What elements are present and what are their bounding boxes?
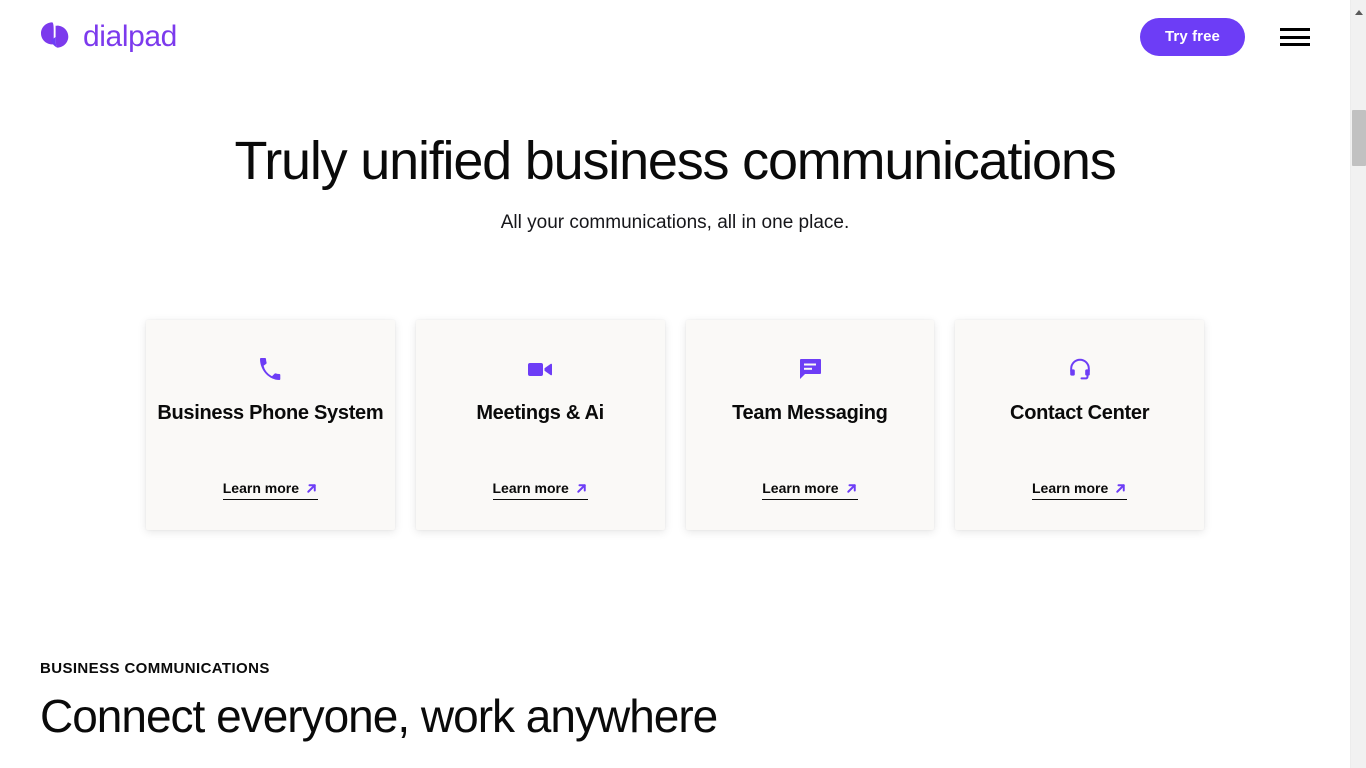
phone-icon xyxy=(258,354,282,384)
arrow-up-right-icon xyxy=(845,482,858,495)
product-card-row: Business Phone System Learn more Meeting… xyxy=(146,320,1204,530)
hamburger-bar xyxy=(1280,43,1310,46)
scroll-up-arrow-icon[interactable] xyxy=(1351,5,1366,19)
business-communications-section: BUSINESS COMMUNICATIONS Connect everyone… xyxy=(40,660,1240,742)
learn-more-link[interactable]: Learn more xyxy=(492,480,588,500)
card-title: Business Phone System xyxy=(157,402,384,424)
video-camera-icon xyxy=(527,354,553,384)
brand-logo-link[interactable]: dialpad xyxy=(40,21,177,54)
arrow-up-right-icon xyxy=(575,482,588,495)
hamburger-bar xyxy=(1280,35,1310,39)
card-title: Meetings & Ai xyxy=(476,402,604,424)
hamburger-bar xyxy=(1280,28,1310,31)
learn-more-label: Learn more xyxy=(222,480,299,496)
card-title: Contact Center xyxy=(1010,402,1150,424)
product-card-meetings-and-ai[interactable]: Meetings & Ai Learn more xyxy=(415,320,665,530)
learn-more-link[interactable]: Learn more xyxy=(762,480,858,500)
section-title: Connect everyone, work anywhere xyxy=(40,690,718,742)
arrow-up-right-icon xyxy=(1114,482,1127,495)
try-free-button[interactable]: Try free xyxy=(1140,18,1245,56)
header-actions: Try free xyxy=(1140,18,1310,56)
hamburger-menu-icon[interactable] xyxy=(1280,26,1310,48)
page-viewport: dialpad Try free Truly unified business … xyxy=(0,0,1350,768)
product-card-contact-center[interactable]: Contact Center Learn more xyxy=(955,320,1204,530)
page-title: Truly unified business communications xyxy=(234,131,1116,191)
vertical-scrollbar[interactable] xyxy=(1350,0,1366,768)
learn-more-label: Learn more xyxy=(1032,480,1109,496)
section-eyebrow: BUSINESS COMMUNICATIONS xyxy=(40,660,270,677)
learn-more-label: Learn more xyxy=(762,480,839,496)
chat-message-icon xyxy=(798,354,822,384)
product-card-team-messaging[interactable]: Team Messaging Learn more xyxy=(685,320,935,530)
brand-name: dialpad xyxy=(83,20,177,53)
learn-more-link[interactable]: Learn more xyxy=(222,480,318,500)
learn-more-link[interactable]: Learn more xyxy=(1032,480,1128,500)
product-card-business-phone-system[interactable]: Business Phone System Learn more xyxy=(146,320,395,530)
scrollbar-thumb[interactable] xyxy=(1352,110,1366,166)
hero-section: Truly unified business communications Al… xyxy=(0,132,1350,237)
arrow-up-right-icon xyxy=(305,482,318,495)
site-header: dialpad Try free xyxy=(0,0,1350,74)
learn-more-label: Learn more xyxy=(492,480,569,496)
headset-icon xyxy=(1068,354,1092,384)
dialpad-logo-icon xyxy=(40,21,74,54)
card-title: Team Messaging xyxy=(732,402,888,424)
hero-subtitle: All your communications, all in one plac… xyxy=(500,212,850,234)
